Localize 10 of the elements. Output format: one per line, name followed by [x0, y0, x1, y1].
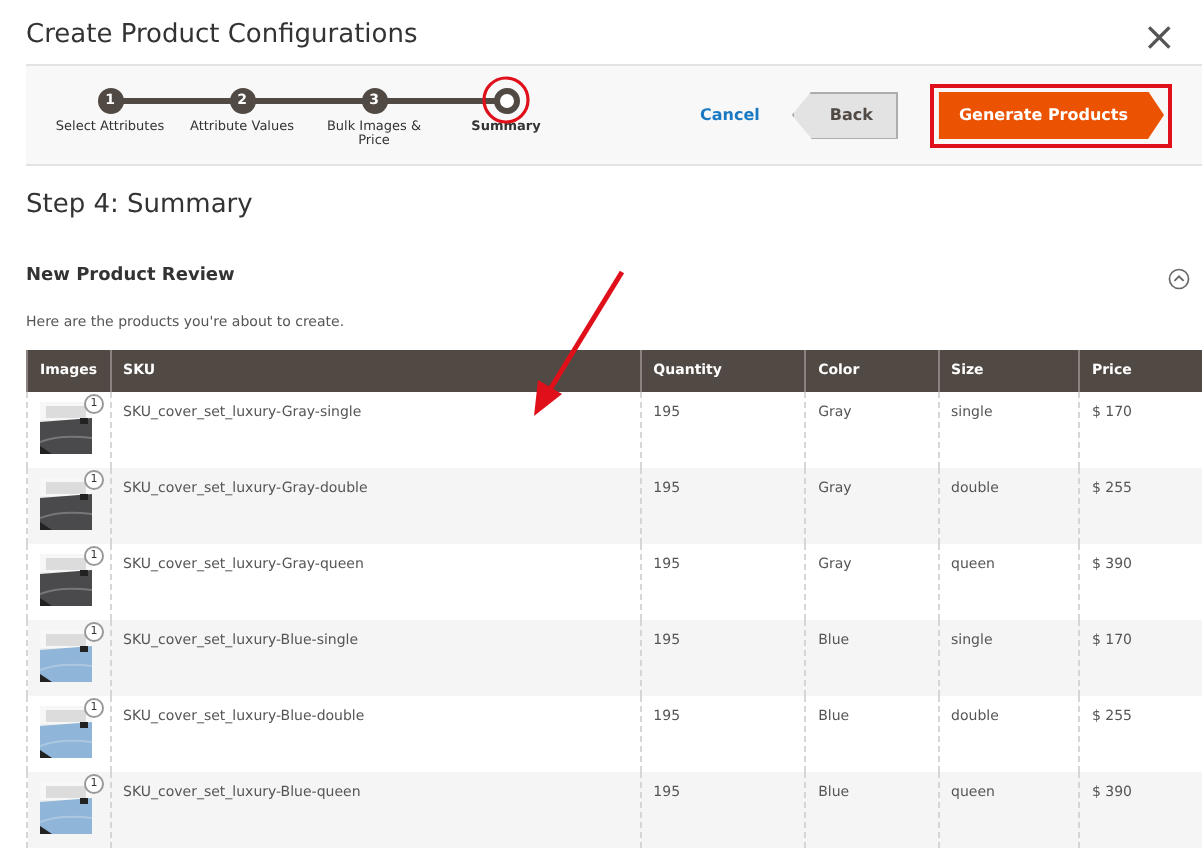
- step-heading: Step 4: Summary: [26, 188, 255, 224]
- cancel-link[interactable]: Cancel: [700, 103, 760, 127]
- highlight-circle: [482, 76, 530, 124]
- collapse-icon[interactable]: [1168, 267, 1190, 289]
- window-title: Create Product Configurations: [26, 18, 418, 54]
- generate-products-button[interactable]: Generate Products: [938, 91, 1164, 139]
- step-current-icon[interactable]: [493, 88, 519, 114]
- close-button[interactable]: ×: [1142, 16, 1176, 56]
- section-title: New Product Review: [26, 264, 235, 291]
- back-button[interactable]: Back: [791, 91, 899, 139]
